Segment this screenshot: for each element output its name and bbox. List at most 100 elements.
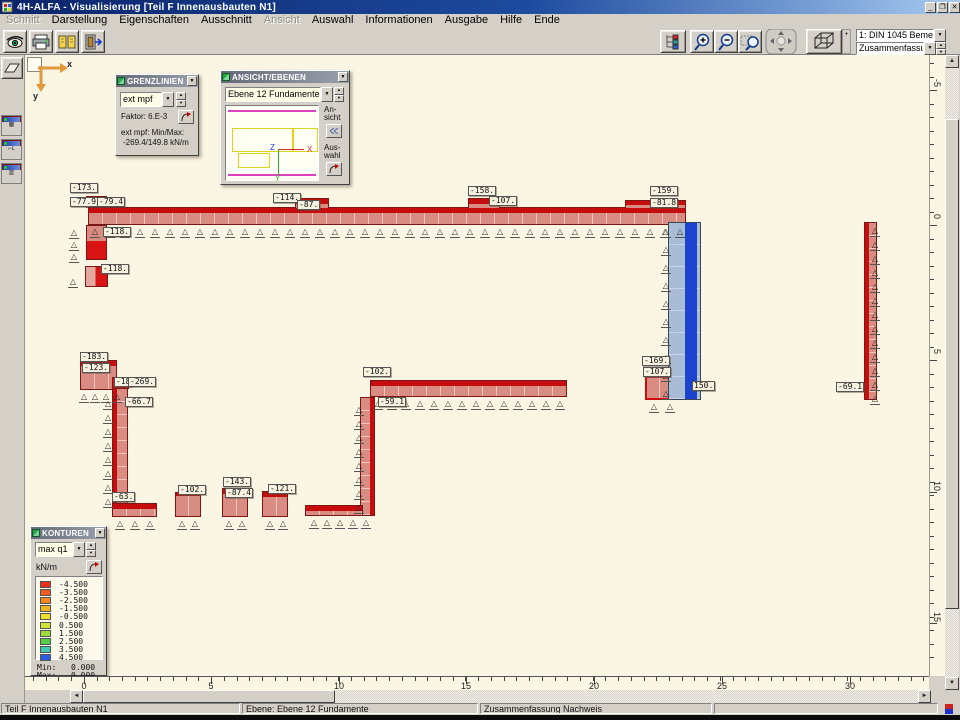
apply-button[interactable] xyxy=(178,110,194,124)
scroll-down-icon[interactable]: ▼ xyxy=(945,677,959,690)
minimized-palette-1[interactable]: ▦ xyxy=(1,115,22,136)
drawing-canvas[interactable]: x y △△△△△△△△△△△△△△△△△△△△△△△△△△△△△△△△△△△△… xyxy=(25,55,929,676)
minimized-palette-2[interactable]: ⌐L xyxy=(1,139,22,160)
chevron-down-icon[interactable]: ▼ xyxy=(73,542,85,557)
support-icon: △ xyxy=(570,227,580,238)
auswahl-button[interactable] xyxy=(326,162,342,176)
menu-item-ende[interactable]: Ende xyxy=(528,14,566,27)
scroll-up-icon[interactable]: ▲ xyxy=(945,55,959,68)
support-icon: △ xyxy=(600,227,610,238)
support-icon: △ xyxy=(285,227,295,238)
scroll-right-icon[interactable]: ► xyxy=(918,690,931,703)
menu-item-eigenschaften[interactable]: Eigenschaften xyxy=(113,14,195,27)
konturen-titlebar[interactable]: KONTUREN ▼ xyxy=(31,527,106,539)
support-icon: △ xyxy=(870,268,880,279)
ruler-tick xyxy=(930,644,934,645)
minimized-palette-3[interactable]: ▥ xyxy=(1,163,22,184)
konturen-combobox[interactable]: max q1 ▼ ▲▼ xyxy=(35,542,96,557)
menu-item-ausgabe[interactable]: Ausgabe xyxy=(439,14,494,27)
zoom-out-button[interactable] xyxy=(714,30,738,53)
grenzlinien-spinner[interactable]: ▲▼ xyxy=(176,92,186,107)
zoom-window-icon xyxy=(740,33,760,51)
menu-item-auswahl[interactable]: Auswahl xyxy=(306,14,360,27)
legend-swatch xyxy=(40,613,51,620)
plane-view-button[interactable] xyxy=(1,57,23,79)
ruler-tick xyxy=(930,131,934,132)
ansicht-button[interactable] xyxy=(326,124,342,138)
zoom-in-button[interactable] xyxy=(690,30,714,53)
support-icon: △ xyxy=(471,399,481,410)
v-scroll-thumb[interactable] xyxy=(945,119,959,609)
chevron-down-icon[interactable]: ▼ xyxy=(934,29,946,42)
ansicht-label-2: sicht xyxy=(324,113,340,122)
print-button[interactable] xyxy=(29,30,53,53)
ansicht-titlebar[interactable]: ANSICHT/EBENEN ▼ xyxy=(221,71,349,83)
tree-select-button[interactable] xyxy=(660,30,686,53)
ansicht-ebenen-window[interactable]: ANSICHT/EBENEN ▼ Ebene 12 Fundamente ▼ ▲… xyxy=(220,70,350,185)
support-icon: △ xyxy=(224,519,234,530)
minmax-values: -269.4/149.8 kN/m xyxy=(123,138,189,147)
support-icon: △ xyxy=(240,227,250,238)
summary-spinner[interactable]: ▲▼ xyxy=(936,42,946,55)
pan-control[interactable] xyxy=(764,29,798,54)
printer-icon xyxy=(31,34,51,50)
collapse-icon[interactable]: ▼ xyxy=(338,72,348,82)
support-icon: △ xyxy=(225,227,235,238)
ruler-tick xyxy=(555,677,556,681)
ruler-tick xyxy=(402,677,403,681)
support-icon: △ xyxy=(135,227,145,238)
support-icon: △ xyxy=(513,399,523,410)
ruler-tick xyxy=(415,677,416,681)
grenzlinien-combobox[interactable]: ext mpf ▼ ▲▼ xyxy=(120,92,186,107)
preview-line xyxy=(228,110,316,112)
ruler-tick xyxy=(491,677,492,681)
zoom-window-button[interactable] xyxy=(738,30,762,53)
grenzlinien-window[interactable]: GRENZLINIEN ▼ ext mpf ▼ ▲▼ Faktor: 6.E-3… xyxy=(115,74,199,156)
chevron-down-icon[interactable]: ▼ xyxy=(321,87,333,102)
ebene-combobox[interactable]: Ebene 12 Fundamente ▼ ▲▼ xyxy=(225,87,344,102)
collapse-icon[interactable]: ▼ xyxy=(95,528,105,538)
din-combobox[interactable]: 1: DIN 1045 Bemessung ▼ xyxy=(856,29,946,42)
ruler-tick xyxy=(930,252,934,253)
ebene-spinner[interactable]: ▲▼ xyxy=(334,87,344,102)
konturen-apply-button[interactable] xyxy=(86,560,102,574)
tree-icon xyxy=(663,33,683,50)
value-label: -121. xyxy=(268,484,296,494)
scroll-left-icon[interactable]: ◄ xyxy=(70,690,83,703)
exit-button[interactable] xyxy=(81,30,105,53)
konturen-window[interactable]: KONTUREN ▼ max q1 ▼ ▲▼ kN/m -4.500-3.500… xyxy=(30,526,107,676)
chevron-down-icon[interactable]: ▼ xyxy=(924,42,936,55)
ruler-tick xyxy=(822,677,823,681)
menu-item-schnitt: Schnitt xyxy=(0,14,46,27)
catalog-button[interactable] xyxy=(55,30,79,53)
minimize-button[interactable]: _ xyxy=(925,2,936,13)
title-bar[interactable]: 4H-ALFA - Visualisierung [Teil F Innenau… xyxy=(0,0,960,14)
vertical-scrollbar[interactable]: ▲ ▼ xyxy=(945,55,959,690)
menu-item-informationen[interactable]: Informationen xyxy=(359,14,438,27)
view-3d-button[interactable] xyxy=(806,29,842,54)
menu-item-hilfe[interactable]: Hilfe xyxy=(494,14,528,27)
konturen-spinner[interactable]: ▲▼ xyxy=(86,542,96,557)
summary-combobox[interactable]: Zusammenfassung ▼ ▲▼ xyxy=(856,42,946,55)
view-button[interactable] xyxy=(3,30,27,53)
legend-swatch xyxy=(40,581,51,588)
status-empty xyxy=(714,703,938,714)
view-3d-dropdown[interactable]: ▼ xyxy=(842,29,851,54)
collapse-icon[interactable]: ▼ xyxy=(187,76,197,86)
value-label: -69.1 xyxy=(836,382,864,392)
menu-item-ausschnitt[interactable]: Ausschnitt xyxy=(195,14,258,27)
menu-item-darstellung[interactable]: Darstellung xyxy=(46,14,114,27)
beam-beam-h xyxy=(88,207,686,225)
grenzlinien-titlebar[interactable]: GRENZLINIEN ▼ xyxy=(116,75,198,87)
close-button[interactable]: ✕ xyxy=(949,2,960,13)
support-icon: △ xyxy=(585,227,595,238)
ruler-tick xyxy=(930,158,934,159)
support-icon: △ xyxy=(541,399,551,410)
horizontal-scrollbar[interactable]: ◄ ► xyxy=(25,690,945,703)
h-scroll-thumb[interactable] xyxy=(83,690,335,703)
support-icon: △ xyxy=(130,519,140,530)
support-icon: △ xyxy=(375,227,385,238)
chevron-down-icon[interactable]: ▼ xyxy=(162,92,174,107)
maximize-button[interactable]: ❐ xyxy=(937,2,948,13)
ruler-tick xyxy=(930,77,934,78)
